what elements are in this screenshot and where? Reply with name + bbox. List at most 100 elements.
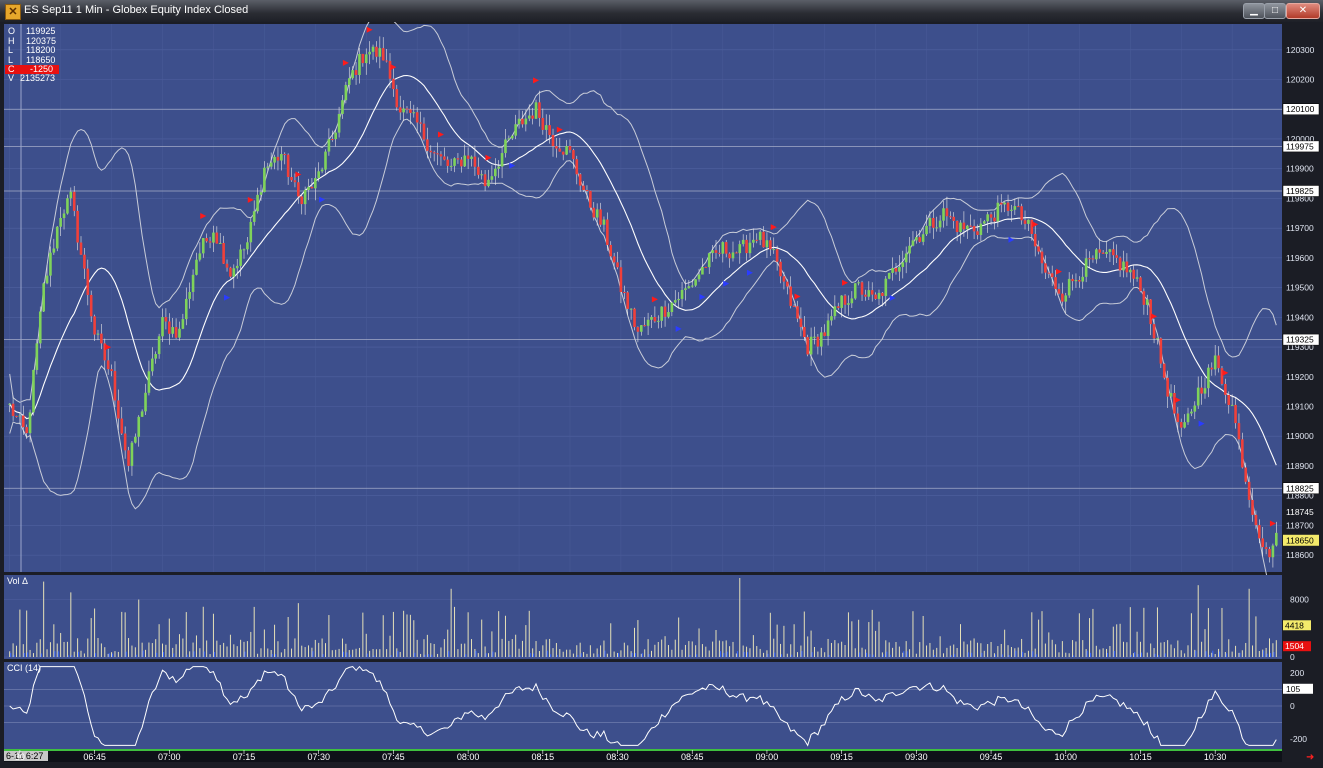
candle-body — [151, 358, 154, 372]
candle-body — [32, 369, 35, 413]
candle-body — [650, 317, 653, 320]
time-tick-label: 10:00 — [1055, 752, 1078, 762]
candle-body — [388, 60, 392, 79]
candle-body — [378, 48, 382, 57]
candle-body — [932, 217, 935, 228]
candle-body — [1241, 439, 1244, 468]
price-tick-label: 119100 — [1286, 402, 1314, 412]
candle-body — [137, 416, 141, 437]
candle-body — [694, 279, 697, 286]
candle-body — [52, 248, 56, 253]
candle-body — [86, 268, 90, 295]
candle-body — [171, 327, 174, 334]
candle-body — [989, 214, 993, 218]
candle-body — [191, 274, 195, 292]
candle-body — [446, 159, 450, 166]
candle-body — [1145, 299, 1149, 305]
candle-body — [1227, 394, 1231, 405]
minimize-button[interactable]: ▁ — [1243, 3, 1265, 19]
candle-body — [198, 253, 202, 260]
close-button[interactable]: ✕ — [1286, 3, 1320, 19]
candle-body — [735, 252, 738, 254]
time-tick-label: 09:15 — [830, 752, 853, 762]
candle-body — [368, 51, 371, 55]
candle-body — [344, 84, 348, 101]
candle-body — [178, 328, 181, 338]
scroll-right-arrow-icon[interactable]: ➜ — [1306, 752, 1314, 763]
candle-body — [697, 274, 701, 280]
candle-body — [819, 332, 823, 347]
candle-body — [826, 320, 830, 336]
candle-body — [541, 117, 545, 130]
candle-body — [633, 308, 636, 328]
candle-body — [381, 48, 385, 61]
candle-body — [55, 226, 59, 249]
candle-body — [449, 165, 453, 167]
candle-body — [1027, 219, 1030, 224]
candle-body — [1020, 206, 1023, 221]
candle-body — [72, 191, 76, 211]
price-level-label: 119825 — [1286, 186, 1314, 196]
candle-body — [1013, 206, 1017, 210]
candle-body — [752, 239, 755, 243]
candle-body — [680, 290, 684, 299]
time-tick-label: 10:30 — [1204, 752, 1227, 762]
candle-body — [15, 415, 18, 417]
price-tick-label: 119600 — [1286, 253, 1314, 263]
candle-body — [629, 308, 633, 310]
candle-body — [782, 276, 786, 282]
candle-body — [473, 156, 477, 167]
candle-body — [1128, 269, 1132, 273]
candle-body — [263, 167, 266, 193]
price-marker-label: 118745 — [1286, 507, 1314, 517]
cci-tick-label: -200 — [1290, 734, 1307, 744]
time-tick-label: 09:30 — [905, 752, 928, 762]
candle-body — [127, 450, 130, 466]
candle-body — [293, 180, 297, 183]
candle-body — [616, 262, 619, 268]
cci-panel[interactable]: CCI (14) 200 0 -200 105 — [4, 662, 1313, 750]
candle-body — [976, 231, 979, 235]
candle-body — [996, 202, 1000, 222]
candle-body — [1207, 367, 1210, 389]
volume-panel[interactable]: Vol Δ 0 8000 4418 1504 — [4, 575, 1311, 662]
candle-body — [205, 238, 208, 242]
candle-body — [585, 190, 589, 192]
candle-body — [667, 312, 670, 317]
candle-body — [775, 249, 779, 262]
price-panel[interactable]: 1186001187001188001189001190001191001192… — [4, 22, 1320, 606]
candle-body — [1115, 255, 1119, 258]
candle-body — [915, 237, 918, 241]
candle-body — [1122, 261, 1125, 271]
candle-body — [619, 267, 623, 292]
candle-body — [212, 232, 215, 243]
ohlcv-label-low: L — [8, 45, 13, 55]
time-tick-label: 09:00 — [756, 752, 779, 762]
candle-body — [1118, 257, 1122, 271]
candle-body — [1261, 538, 1265, 548]
candle-body — [330, 139, 334, 141]
candle-body — [174, 327, 178, 338]
candle-body — [334, 132, 337, 140]
candle-body — [636, 327, 640, 332]
candle-body — [898, 267, 901, 272]
candle-body — [561, 151, 565, 155]
candle-body — [395, 89, 399, 108]
maximize-button[interactable]: □ — [1264, 3, 1286, 19]
candle-body — [548, 125, 551, 135]
candle-body — [69, 191, 73, 199]
candle-body — [310, 186, 314, 189]
candle-body — [969, 225, 972, 227]
candle-body — [843, 295, 847, 305]
candle-body — [860, 282, 864, 295]
candle-body — [436, 153, 439, 155]
time-tick-label: 07:15 — [233, 752, 256, 762]
title-bar[interactable]: ✕ ES Sep11 1 Min - Globex Equity Index C… — [0, 0, 1323, 22]
chart-area[interactable]: 1186001187001188001189001190001191001192… — [0, 22, 1323, 768]
candle-body — [110, 369, 113, 372]
candle-body — [1057, 289, 1061, 294]
candle-body — [911, 240, 915, 246]
candle-body — [358, 53, 361, 75]
candle-body — [504, 139, 507, 154]
price-tick-label: 119500 — [1286, 283, 1314, 293]
